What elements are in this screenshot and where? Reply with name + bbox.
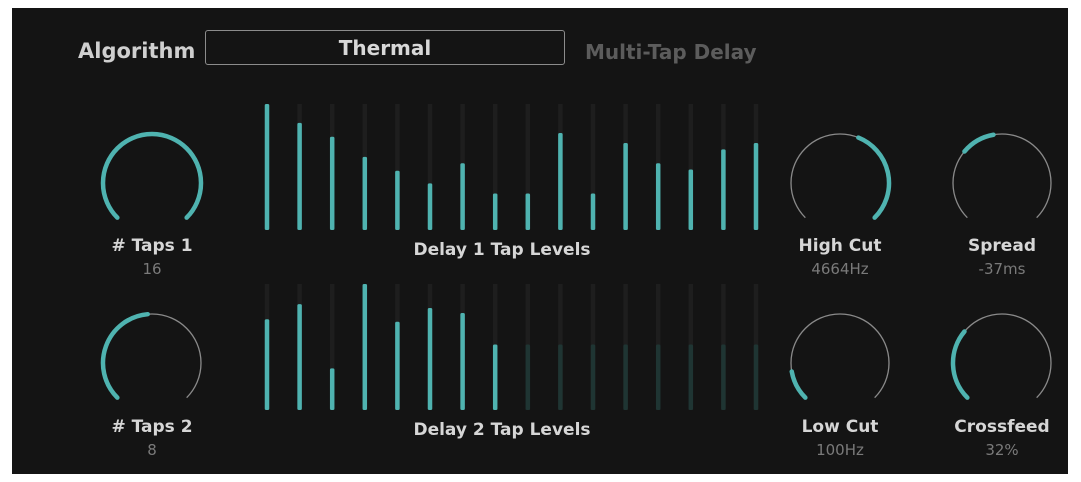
delay1-tap-bar (362, 156, 368, 230)
low-cut-knob-value-arc (789, 369, 808, 400)
algorithm-selector[interactable]: Thermal (205, 30, 565, 65)
taps1-value: 16 (142, 260, 162, 278)
delay1-tap-bar (590, 193, 596, 230)
crossfeed-knob-track (952, 313, 1052, 399)
delay1-tap-bar (492, 193, 498, 230)
delay1-tap-levels[interactable] (242, 104, 762, 244)
taps1-label: # Taps 1 (111, 236, 193, 256)
delay2-tap-bar (264, 319, 270, 410)
high-cut-label: High Cut (798, 236, 882, 256)
delay2-tap-bar (525, 344, 531, 410)
delay2-tap-bar (590, 344, 596, 410)
delay1-tap-bar (558, 132, 563, 230)
delay2-tap-levels[interactable] (242, 284, 762, 424)
spread-knob[interactable] (947, 128, 1057, 238)
taps2-knob-value-arc (100, 311, 150, 400)
delay1-tap-bar (688, 169, 694, 230)
delay1-tap-bar (721, 149, 726, 230)
delay2-tap-bar (395, 321, 400, 410)
delay1-tap-bar (427, 183, 433, 230)
delay1-tap-bar (297, 122, 302, 230)
high-cut-knob-value-arc (856, 135, 892, 220)
delay2-tap-bar (427, 307, 433, 410)
delay1-tap-bar (623, 143, 628, 230)
low-cut-knob[interactable] (785, 308, 895, 418)
taps2-label: # Taps 2 (111, 417, 193, 437)
crossfeed-knob[interactable] (947, 308, 1057, 418)
delay2-tap-bar (721, 344, 726, 410)
delay1-caption: Delay 1 Tap Levels (413, 240, 591, 260)
delay2-tap-bar (623, 344, 628, 410)
delay-plugin-panel: Algorithm Thermal Multi-Tap Delay # Taps… (12, 8, 1068, 474)
spread-value: -37ms (978, 260, 1026, 278)
delay2-tap-bar (655, 344, 661, 410)
low-cut-knob-track (790, 313, 890, 399)
delay1-tap-bar (329, 136, 335, 230)
spread-knob-value-arc (962, 132, 996, 154)
delay2-tap-bar (297, 304, 302, 410)
delay2-tap-bar (460, 312, 465, 410)
delay1-tap-bar (753, 143, 759, 230)
low-cut-value: 100Hz (816, 441, 864, 459)
algorithm-label: Algorithm (78, 39, 196, 63)
delay1-tap-bar (395, 170, 400, 230)
crossfeed-label: Crossfeed (954, 417, 1050, 437)
delay2-tap-bar (362, 284, 368, 410)
crossfeed-knob-value-arc (950, 329, 970, 400)
spread-label: Spread (968, 236, 1036, 256)
delay1-tap-bar (460, 163, 465, 230)
crossfeed-value: 32% (985, 441, 1019, 459)
taps1-knob-value-arc (100, 131, 204, 220)
delay2-tap-bar (492, 344, 498, 410)
taps1-knob[interactable] (97, 128, 207, 238)
delay2-tap-bar (558, 344, 563, 410)
algorithm-description: Multi-Tap Delay (585, 40, 757, 64)
delay1-tap-bar (264, 104, 270, 230)
taps2-knob[interactable] (97, 308, 207, 418)
high-cut-value: 4664Hz (811, 260, 869, 278)
delay2-tap-bar (688, 344, 694, 410)
low-cut-label: Low Cut (801, 417, 879, 437)
delay2-caption: Delay 2 Tap Levels (413, 420, 591, 440)
high-cut-knob[interactable] (785, 128, 895, 238)
delay1-tap-bar (525, 193, 531, 230)
delay1-tap-bar (655, 163, 661, 230)
delay2-tap-bar (753, 344, 759, 410)
delay2-tap-bar (329, 368, 335, 410)
taps2-value: 8 (147, 441, 157, 459)
